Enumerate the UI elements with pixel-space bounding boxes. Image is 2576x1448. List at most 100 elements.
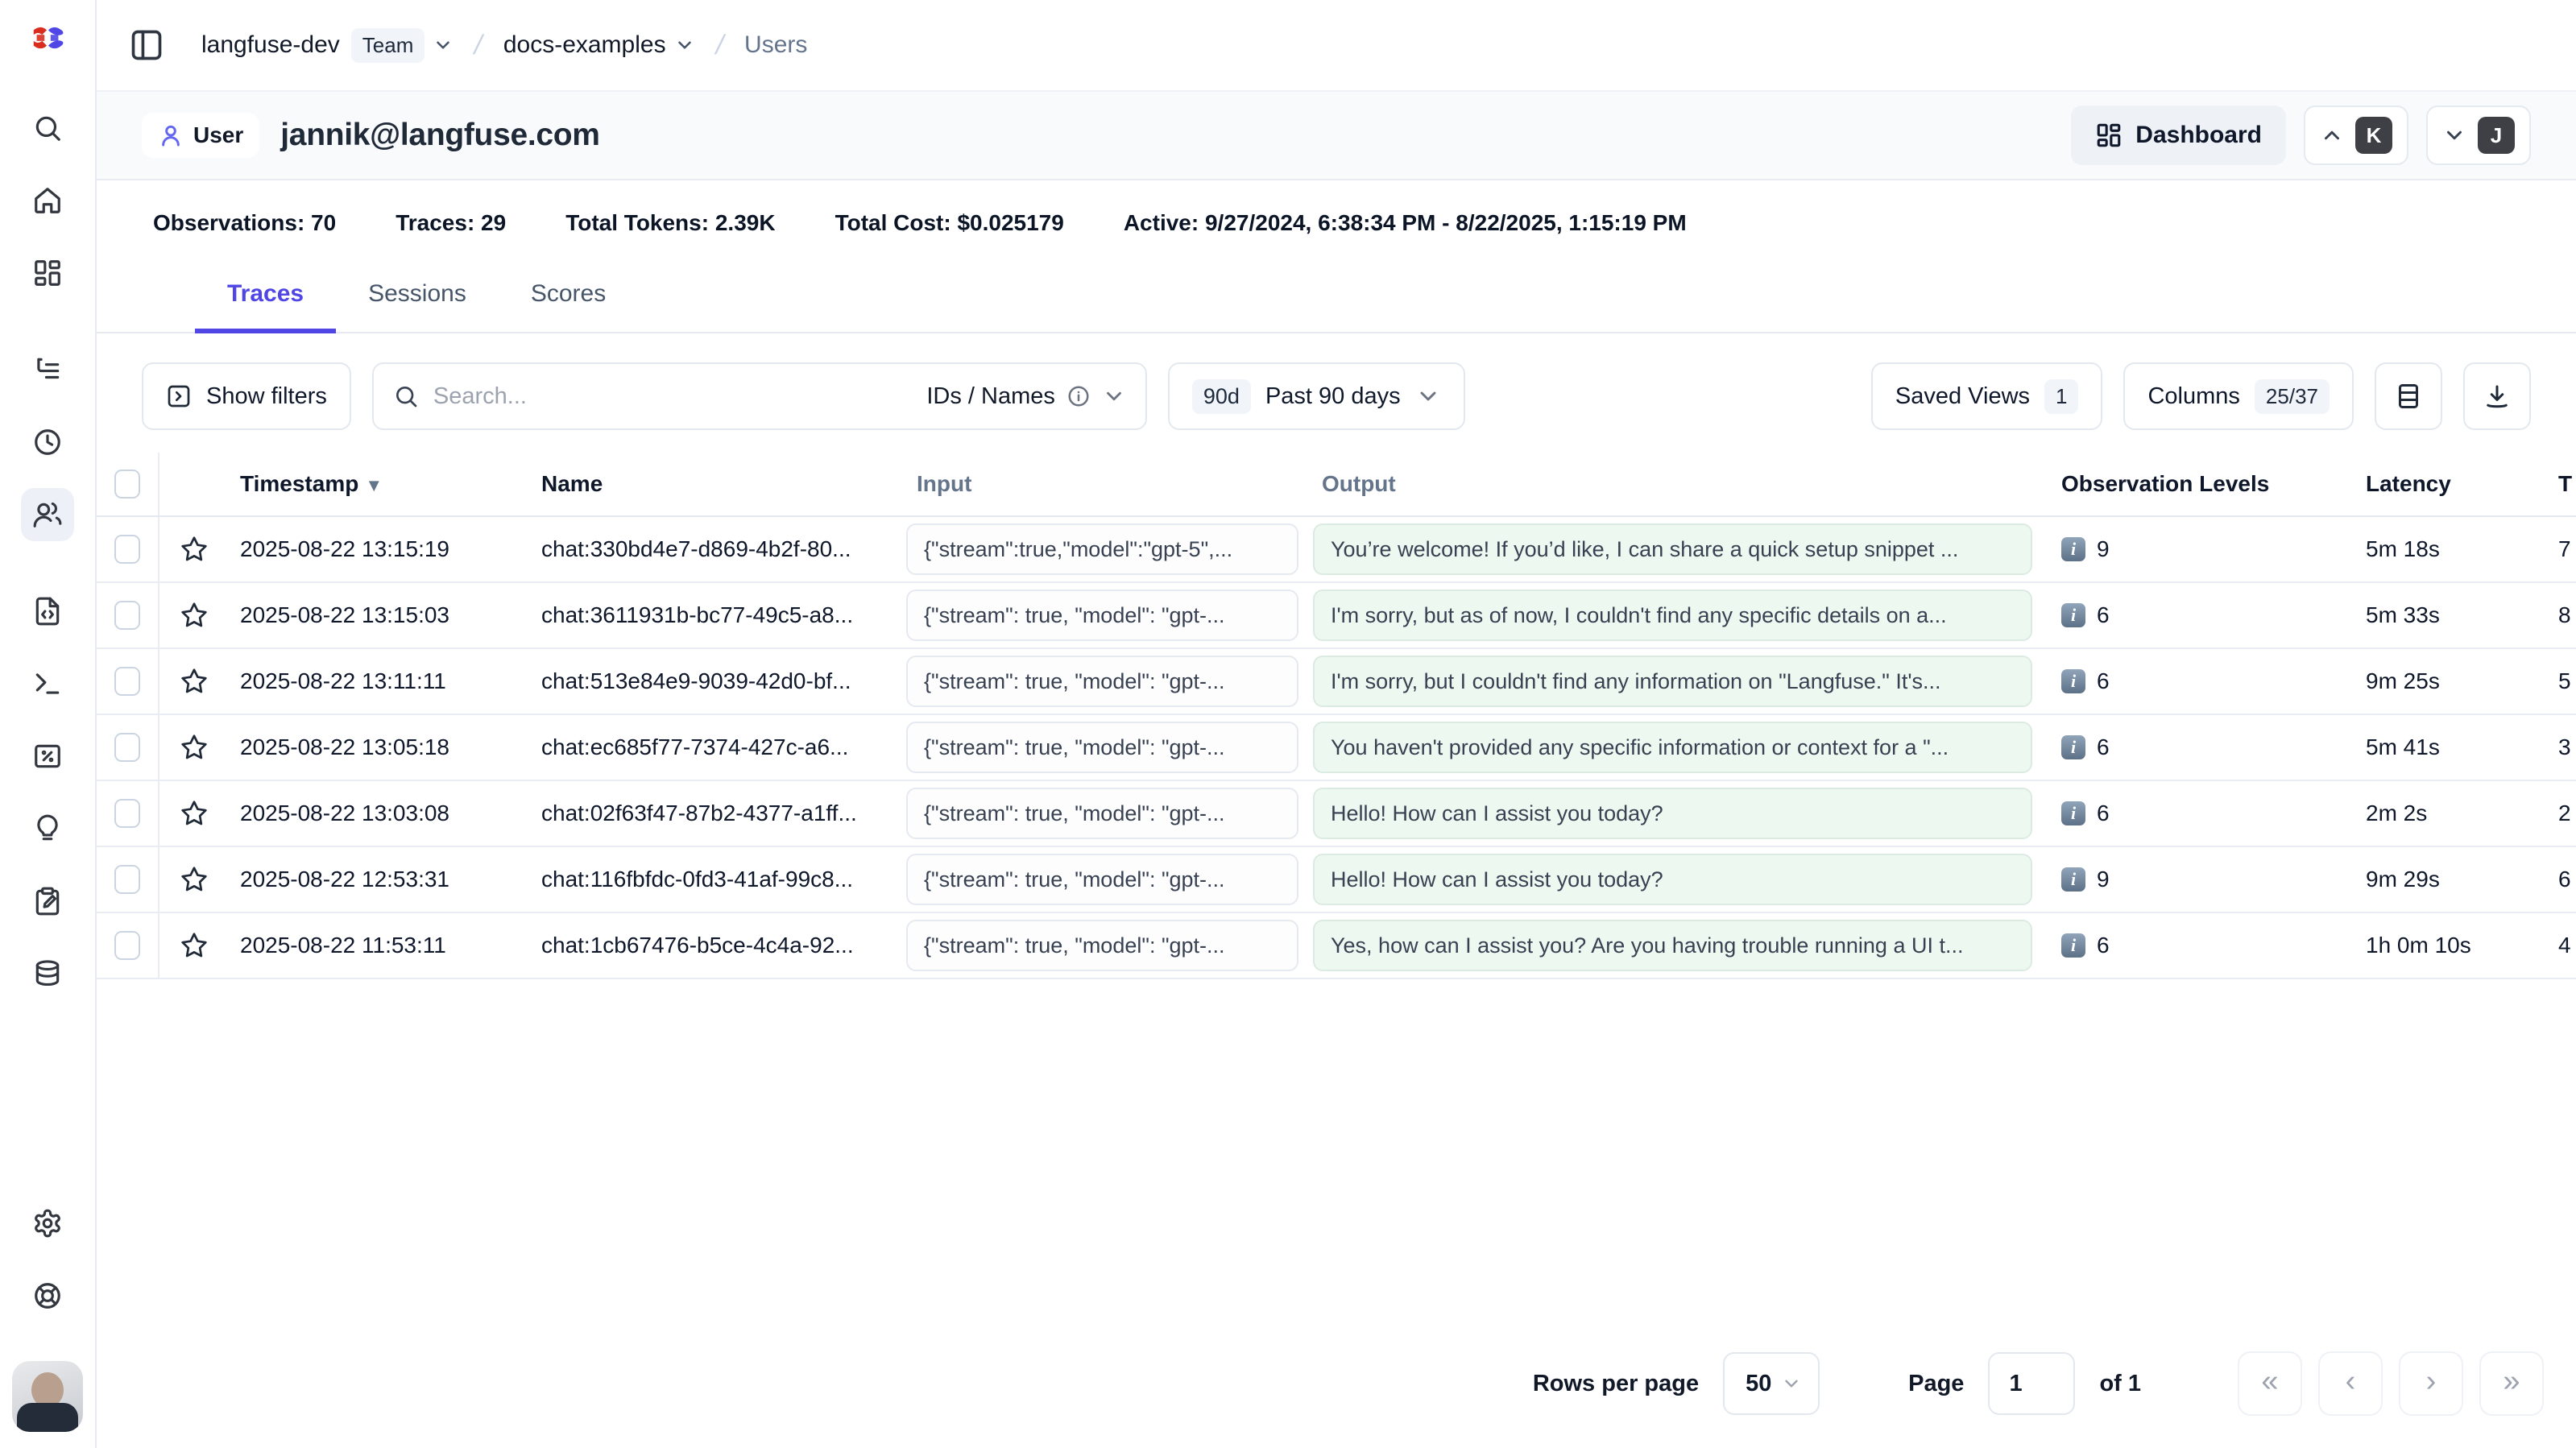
cell-input[interactable]: {"stream":true,"model":"gpt-5",...	[906, 523, 1298, 575]
cell-timestamp: 2025-08-22 13:15:19	[229, 536, 528, 562]
star-icon[interactable]	[180, 601, 209, 630]
select-all-checkbox[interactable]	[114, 470, 140, 499]
last-page-button[interactable]: »	[2479, 1351, 2544, 1416]
search-icon	[393, 383, 419, 409]
row-checkbox[interactable]	[114, 931, 140, 960]
col-header-observation-levels[interactable]: Observation Levels	[2037, 471, 2337, 497]
star-icon[interactable]	[180, 733, 209, 762]
row-checkbox[interactable]	[114, 799, 140, 828]
playground-icon[interactable]	[21, 657, 74, 710]
page-label: Page	[1908, 1371, 1964, 1397]
next-page-button[interactable]: ›	[2399, 1351, 2463, 1416]
cell-input[interactable]: {"stream": true, "model": "gpt-...	[906, 788, 1298, 839]
show-filters-button[interactable]: Show filters	[142, 362, 351, 430]
dashboards-icon[interactable]	[21, 246, 74, 300]
breadcrumb-separator: /	[712, 30, 727, 61]
col-header-latency[interactable]: Latency	[2337, 471, 2520, 497]
tab-bar: Traces Sessions Scores	[97, 266, 2576, 333]
saved-views-button[interactable]: Saved Views 1	[1871, 362, 2103, 430]
tracing-icon[interactable]	[21, 343, 74, 396]
next-user-button[interactable]: J	[2426, 105, 2531, 165]
cell-input[interactable]: {"stream": true, "model": "gpt-...	[906, 590, 1298, 641]
cell-output[interactable]: You haven't provided any specific inform…	[1313, 722, 2032, 773]
users-nav-icon[interactable]	[21, 488, 74, 541]
breadcrumb-project[interactable]: docs-examples	[503, 31, 666, 59]
sessions-icon[interactable]	[21, 416, 74, 469]
cell-output[interactable]: Hello! How can I assist you today?	[1313, 854, 2032, 905]
prev-user-button[interactable]: K	[2304, 105, 2408, 165]
table-row[interactable]: 2025-08-22 13:11:11 chat:513e84e9-9039-4…	[97, 649, 2576, 715]
table-row[interactable]: 2025-08-22 11:53:11 chat:1cb67476-b5ce-4…	[97, 913, 2576, 979]
cell-timestamp: 2025-08-22 13:03:08	[229, 801, 528, 826]
breadcrumb: langfuse-dev Team / docs-examples / User…	[201, 28, 807, 63]
star-icon[interactable]	[180, 535, 209, 564]
settings-icon[interactable]	[21, 1197, 74, 1250]
search-input[interactable]	[433, 383, 912, 410]
cell-latency: 9m 29s	[2337, 867, 2520, 892]
sidebar-toggle-icon[interactable]	[129, 27, 166, 64]
org-type-badge: Team	[351, 28, 425, 63]
chevron-down-icon[interactable]	[674, 35, 695, 56]
row-checkbox[interactable]	[114, 601, 140, 630]
cell-output[interactable]: I'm sorry, but I couldn't find any infor…	[1313, 656, 2032, 707]
row-checkbox[interactable]	[114, 865, 140, 894]
columns-button[interactable]: Columns 25/37	[2123, 362, 2354, 430]
cell-input[interactable]: {"stream": true, "model": "gpt-...	[906, 722, 1298, 773]
table-row[interactable]: 2025-08-22 13:15:19 chat:330bd4e7-d869-4…	[97, 517, 2576, 583]
export-button[interactable]	[2463, 362, 2531, 430]
prompts-icon[interactable]	[21, 585, 74, 638]
info-level-badge: i	[2061, 867, 2085, 892]
row-checkbox[interactable]	[114, 535, 140, 564]
table-row[interactable]: 2025-08-22 13:03:08 chat:02f63f47-87b2-4…	[97, 781, 2576, 847]
cell-input[interactable]: {"stream": true, "model": "gpt-...	[906, 656, 1298, 707]
home-icon[interactable]	[21, 174, 74, 227]
col-header-tokens[interactable]: T	[2520, 471, 2576, 497]
cell-name: chat:116fbfdc-0fd3-41af-99c8...	[528, 867, 897, 892]
support-icon[interactable]	[21, 1269, 74, 1322]
star-icon[interactable]	[180, 865, 209, 894]
table-row[interactable]: 2025-08-22 13:05:18 chat:ec685f77-7374-4…	[97, 715, 2576, 781]
dashboard-button[interactable]: Dashboard	[2071, 105, 2286, 165]
star-icon[interactable]	[180, 799, 209, 828]
star-icon[interactable]	[180, 931, 209, 960]
row-checkbox[interactable]	[114, 733, 140, 762]
chevron-down-icon[interactable]	[433, 35, 453, 56]
cell-latency: 5m 41s	[2337, 734, 2520, 760]
prev-page-button[interactable]: ‹	[2318, 1351, 2383, 1416]
table-row[interactable]: 2025-08-22 12:53:31 chat:116fbfdc-0fd3-4…	[97, 847, 2576, 913]
evaluation-icon[interactable]	[21, 730, 74, 783]
col-header-input[interactable]: Input	[897, 471, 1304, 497]
cell-input[interactable]: {"stream": true, "model": "gpt-...	[906, 854, 1298, 905]
cell-output[interactable]: You’re welcome! If you’d like, I can sha…	[1313, 523, 2032, 575]
tab-scores[interactable]: Scores	[499, 266, 638, 333]
row-checkbox[interactable]	[114, 667, 140, 696]
first-page-button[interactable]: «	[2238, 1351, 2302, 1416]
annotation-icon[interactable]	[21, 875, 74, 928]
cell-output[interactable]: Hello! How can I assist you today?	[1313, 788, 2032, 839]
col-header-output[interactable]: Output	[1304, 471, 2037, 497]
insights-icon[interactable]	[21, 802, 74, 855]
info-level-badge: i	[2061, 603, 2085, 627]
chevron-up-icon	[2320, 123, 2344, 147]
page-size-select[interactable]: 50	[1723, 1352, 1820, 1415]
tab-sessions[interactable]: Sessions	[336, 266, 499, 333]
star-icon[interactable]	[180, 667, 209, 696]
col-header-name[interactable]: Name	[528, 471, 897, 497]
table-row[interactable]: 2025-08-22 13:15:03 chat:3611931b-bc77-4…	[97, 583, 2576, 649]
cell-tokens: 5	[2520, 668, 2576, 694]
tab-traces[interactable]: Traces	[195, 266, 336, 333]
cell-output[interactable]: Yes, how can I assist you? Are you havin…	[1313, 920, 2032, 971]
row-height-button[interactable]	[2375, 362, 2442, 430]
saved-views-count-badge: 1	[2044, 379, 2078, 414]
col-header-timestamp[interactable]: Timestamp▼	[229, 471, 528, 497]
cell-input[interactable]: {"stream": true, "model": "gpt-...	[906, 920, 1298, 971]
search-mode-select[interactable]: IDs / Names	[926, 383, 1126, 410]
cell-output[interactable]: I'm sorry, but as of now, I couldn't fin…	[1313, 590, 2032, 641]
datasets-icon[interactable]	[21, 947, 74, 1000]
breadcrumb-org[interactable]: langfuse-dev	[201, 31, 340, 59]
date-range-button[interactable]: 90d Past 90 days	[1168, 362, 1465, 430]
filter-panel-icon	[166, 383, 192, 409]
search-nav-icon[interactable]	[21, 101, 74, 155]
page-number-input[interactable]	[1988, 1352, 2075, 1415]
user-avatar[interactable]	[12, 1361, 83, 1432]
